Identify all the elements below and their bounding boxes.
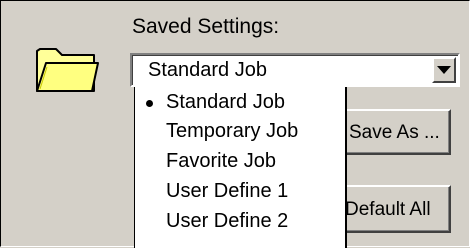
default-all-button[interactable]: Default All [329, 185, 451, 233]
option-label: User Define 1 [166, 180, 289, 202]
saved-settings-panel: Saved Settings: Standard Job Save As ...… [0, 0, 470, 248]
default-all-button-label: Default All [345, 199, 431, 220]
bullet-icon [146, 100, 153, 107]
option-label: User Define 2 [166, 210, 289, 232]
saved-settings-label: Saved Settings: [132, 15, 280, 38]
folder-icon [34, 41, 100, 97]
option-user-define-1[interactable]: User Define 1 [135, 178, 345, 206]
option-label: Favorite Job [166, 150, 277, 172]
chevron-down-icon [437, 66, 451, 74]
option-standard-job[interactable]: Standard Job [135, 89, 345, 117]
option-label: Temporary Job [166, 120, 299, 142]
option-favorite-job[interactable]: Favorite Job [135, 148, 345, 176]
saved-settings-dropdown-list: Standard Job Temporary Job Favorite Job … [134, 87, 347, 248]
save-as-button[interactable]: Save As ... [329, 109, 451, 155]
dropdown-toggle-button[interactable] [432, 57, 456, 83]
option-label: Standard Job [166, 91, 285, 113]
saved-settings-selected-value: Standard Job [148, 59, 267, 81]
save-as-button-label: Save As ... [349, 122, 440, 143]
option-temporary-job[interactable]: Temporary Job [135, 118, 345, 146]
option-user-define-2[interactable]: User Define 2 [135, 208, 345, 236]
saved-settings-combobox[interactable]: Standard Job [130, 53, 460, 87]
